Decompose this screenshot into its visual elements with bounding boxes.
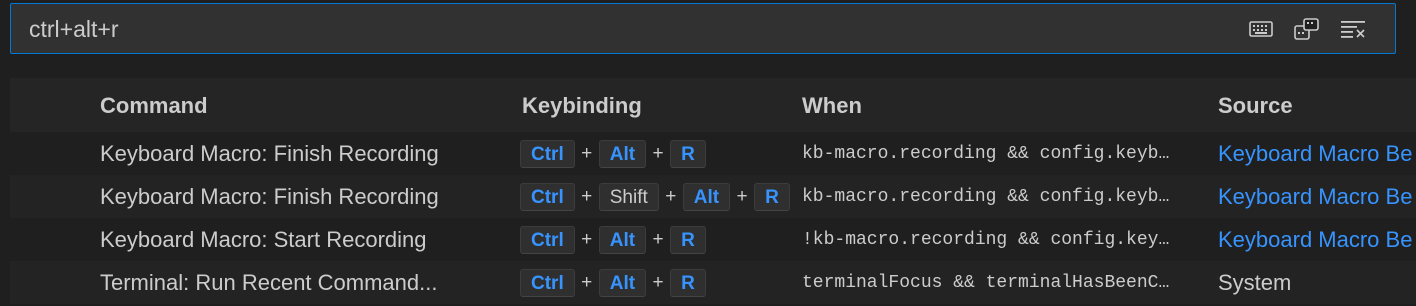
when-clause: terminalFocus && terminalHasBeenC… (802, 272, 1170, 293)
command-label: Keyboard Macro: Finish Recording (100, 140, 439, 166)
keybinding-cell: Ctrl + Alt + R (520, 218, 792, 261)
keybinding-cell: Ctrl + Shift + Alt + R (520, 175, 792, 218)
when-clause: kb-macro.recording && config.keyb… (802, 143, 1170, 164)
key-cap: R (670, 225, 706, 254)
key-cap: Ctrl (520, 268, 575, 297)
key-cap: Alt (598, 139, 647, 168)
keybinding-cell: Ctrl + Alt + R (520, 261, 792, 304)
command-label: Keyboard Macro: Finish Recording (100, 183, 439, 209)
command-label: Terminal: Run Recent Command... (100, 269, 438, 295)
key-cap: R (670, 139, 706, 168)
keyboard-icon[interactable] (1247, 15, 1275, 43)
search-input[interactable] (29, 13, 1209, 45)
column-header-keybinding[interactable]: Keybinding (522, 93, 642, 119)
column-header-source[interactable]: Source (1218, 93, 1293, 119)
table-row[interactable]: Terminal: Run Recent Command... Ctrl + Alt +… (10, 261, 1416, 304)
column-header-command[interactable]: Command (100, 93, 208, 119)
key-separator: + (581, 228, 593, 250)
key-separator: + (665, 185, 677, 207)
key-cap: Shift (598, 182, 659, 211)
key-cap: Ctrl (520, 225, 575, 254)
key-cap: Alt (682, 182, 731, 211)
key-cap: Ctrl (520, 139, 575, 168)
key-cap: Alt (598, 268, 647, 297)
command-label: Keyboard Macro: Start Recording (100, 226, 427, 252)
key-separator: + (581, 271, 593, 293)
source-link[interactable]: Keyboard Macro Be (1218, 175, 1416, 218)
key-separator: + (652, 228, 664, 250)
source-link[interactable]: Keyboard Macro Be (1218, 132, 1416, 175)
search-actions (1247, 15, 1367, 43)
key-separator: + (652, 142, 664, 164)
key-separator: + (736, 185, 748, 207)
clear-filter-icon[interactable] (1339, 15, 1367, 43)
key-cap: Alt (598, 225, 647, 254)
key-cap: R (670, 268, 706, 297)
table-row[interactable]: Keyboard Macro: Finish Recording Ctrl + Alt… (10, 132, 1416, 175)
when-clause: kb-macro.recording && config.keyb… (802, 186, 1170, 207)
source-link[interactable]: Keyboard Macro Be (1218, 218, 1416, 261)
key-separator: + (581, 185, 593, 207)
table-header: Command Keybinding When Source (10, 78, 1416, 132)
key-cap: R (754, 182, 790, 211)
key-separator: + (581, 142, 593, 164)
when-clause: !kb-macro.recording && config.key… (802, 229, 1170, 250)
key-cap: Ctrl (520, 182, 575, 211)
record-keys-icon[interactable] (1293, 15, 1321, 43)
key-separator: + (652, 271, 664, 293)
table-row[interactable]: Keyboard Macro: Finish Recording Ctrl + Shi… (10, 175, 1416, 218)
keybindings-table: Command Keybinding When Source Keyboard … (10, 78, 1416, 304)
table-row[interactable]: Keyboard Macro: Start Recording Ctrl + Alt +… (10, 218, 1416, 261)
keybindings-search-box[interactable] (10, 3, 1396, 54)
column-header-when[interactable]: When (802, 93, 862, 119)
keybinding-cell: Ctrl + Alt + R (520, 132, 792, 175)
source-label: System (1218, 269, 1292, 295)
